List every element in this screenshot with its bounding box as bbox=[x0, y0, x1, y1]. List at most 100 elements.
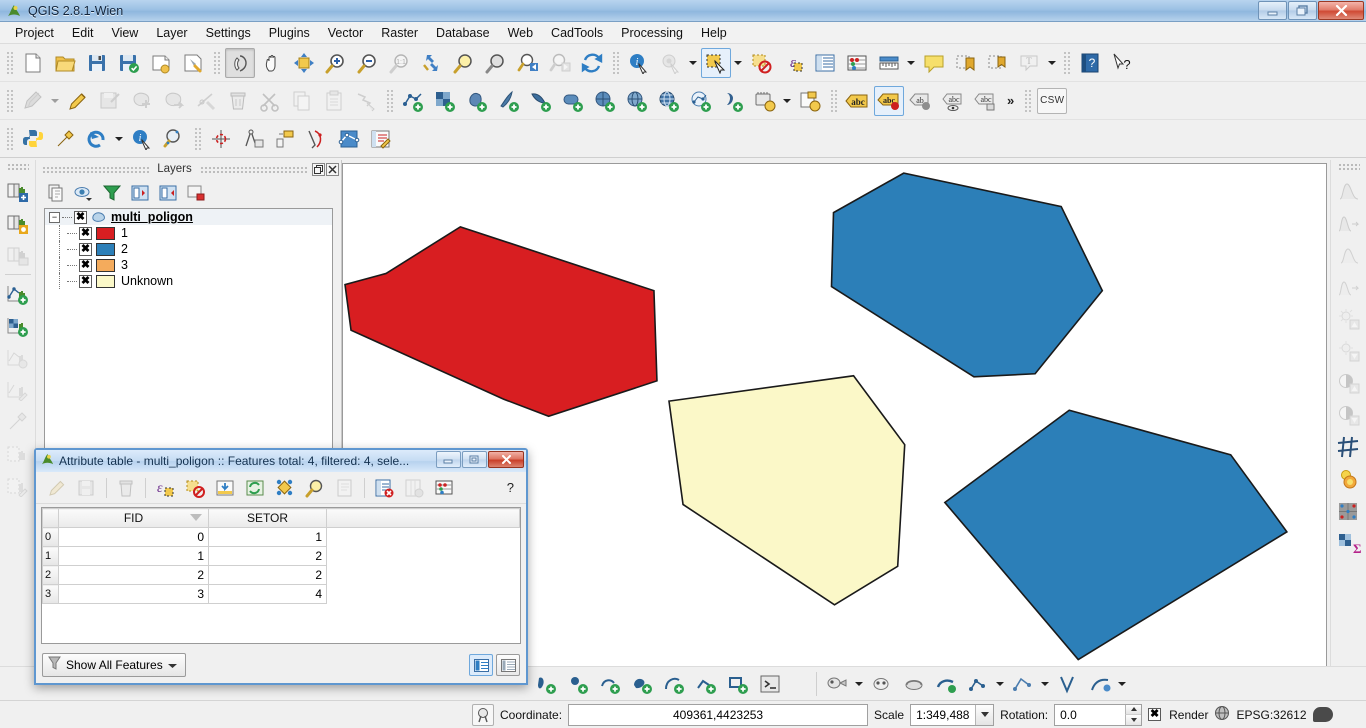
zoom-out-icon[interactable] bbox=[353, 48, 383, 78]
cad-edit-icon[interactable] bbox=[366, 124, 396, 154]
grid-snapping-icon[interactable] bbox=[1333, 431, 1365, 463]
zoom-last-icon[interactable] bbox=[513, 48, 543, 78]
touch-zoom-pan-icon[interactable] bbox=[225, 47, 255, 78]
render-checkbox-box[interactable]: ✖ bbox=[1148, 708, 1162, 721]
measure-line-icon[interactable] bbox=[874, 48, 904, 78]
expand-all-icon[interactable] bbox=[126, 180, 154, 206]
geometry-tools-icon[interactable] bbox=[1008, 669, 1038, 699]
menu-settings[interactable]: Settings bbox=[197, 23, 260, 43]
add-line-feature-icon[interactable] bbox=[595, 669, 625, 699]
save-layer-edits-icon[interactable] bbox=[95, 86, 125, 116]
zoom-native-icon[interactable]: 1:1 bbox=[385, 48, 415, 78]
cad-console-icon[interactable] bbox=[755, 669, 785, 699]
pan-map-icon[interactable] bbox=[257, 48, 287, 78]
table-row[interactable]: 1 1 2 bbox=[42, 546, 520, 566]
chevron-down-icon[interactable] bbox=[113, 124, 124, 154]
polygon-yellow-unknown[interactable] bbox=[668, 374, 906, 606]
panel-grip[interactable] bbox=[42, 165, 150, 173]
toolbar-grip[interactable] bbox=[829, 87, 838, 114]
increase-brightness-icon[interactable] bbox=[1333, 303, 1365, 335]
cell-setor[interactable]: 2 bbox=[208, 546, 327, 566]
messages-bubble-icon[interactable] bbox=[1312, 707, 1333, 722]
organize-columns-icon[interactable] bbox=[399, 475, 429, 501]
chevron-down-icon[interactable] bbox=[975, 704, 994, 725]
restore-button[interactable] bbox=[1288, 1, 1317, 20]
add-wms-layer-icon[interactable] bbox=[622, 86, 652, 116]
polygon-blue-setor-2-top[interactable] bbox=[830, 172, 1104, 378]
field-calculator-icon[interactable] bbox=[429, 475, 459, 501]
toolbar-grip[interactable] bbox=[6, 163, 29, 172]
add-oracle-layer-icon[interactable] bbox=[558, 86, 588, 116]
manage-layers-settings-icon[interactable] bbox=[2, 207, 34, 239]
deselect-features-icon[interactable] bbox=[746, 48, 776, 78]
new-memory-layer-icon[interactable] bbox=[795, 86, 825, 116]
print-layout-icon[interactable] bbox=[2, 438, 34, 470]
pan-to-selection-icon[interactable] bbox=[289, 48, 319, 78]
crs-globe-icon[interactable] bbox=[1214, 705, 1230, 724]
field-calculator-icon[interactable] bbox=[842, 48, 872, 78]
chevron-down-icon[interactable] bbox=[49, 86, 60, 116]
processing-toolbox-icon[interactable] bbox=[822, 669, 852, 699]
label-layer-icon[interactable]: abc bbox=[842, 86, 872, 116]
cad-polygon-icon[interactable] bbox=[334, 124, 364, 154]
chevron-down-icon[interactable] bbox=[905, 48, 916, 78]
gdal-tools-icon[interactable] bbox=[867, 669, 897, 699]
cad-point-icon[interactable] bbox=[206, 124, 236, 154]
cell-fid[interactable]: 1 bbox=[58, 546, 209, 566]
chevron-down-icon[interactable] bbox=[853, 669, 864, 699]
zoom-to-selected-icon[interactable] bbox=[300, 475, 330, 501]
network-tools-icon[interactable] bbox=[963, 669, 993, 699]
add-mssql-layer-icon[interactable] bbox=[526, 86, 556, 116]
toolbar-grip[interactable] bbox=[212, 49, 221, 76]
new-shapefile-layer-icon[interactable] bbox=[750, 86, 780, 116]
cad-compass-icon[interactable] bbox=[238, 124, 268, 154]
save-edits-icon[interactable] bbox=[72, 475, 102, 501]
legend-item-class-1[interactable]: ✖ 1 bbox=[45, 225, 332, 241]
add-db2-layer-icon[interactable] bbox=[590, 86, 620, 116]
toolbar-grip[interactable] bbox=[1023, 87, 1033, 114]
cell-fid[interactable]: 2 bbox=[58, 565, 209, 585]
deselect-all-icon[interactable] bbox=[180, 475, 210, 501]
add-vector-layer-icon[interactable] bbox=[398, 86, 428, 116]
float-panel-button[interactable] bbox=[312, 162, 325, 176]
menu-processing[interactable]: Processing bbox=[612, 23, 692, 43]
raster-calculator-icon[interactable] bbox=[1333, 495, 1365, 527]
histogram-cumulative-extent-icon[interactable] bbox=[1333, 271, 1365, 303]
new-column-icon[interactable] bbox=[330, 475, 360, 501]
toolbar-grip[interactable] bbox=[5, 49, 14, 76]
class-visibility-checkbox[interactable]: ✖ bbox=[79, 242, 92, 256]
add-wfs-layer-icon[interactable] bbox=[654, 86, 684, 116]
table-row[interactable]: 0 0 1 bbox=[42, 527, 520, 547]
add-delimited-text-icon[interactable] bbox=[686, 86, 716, 116]
polygon-blue-setor-2-bottom[interactable] bbox=[943, 409, 1289, 661]
spin-up-button[interactable] bbox=[1125, 704, 1142, 715]
toolbar-grip[interactable] bbox=[385, 87, 394, 114]
add-point-feature-icon[interactable] bbox=[563, 669, 593, 699]
identify-features-icon[interactable]: i bbox=[624, 48, 654, 78]
cad-intersect-icon[interactable] bbox=[302, 124, 332, 154]
menu-plugins[interactable]: Plugins bbox=[260, 23, 319, 43]
add-feature-icon[interactable] bbox=[127, 86, 157, 116]
print-layout-edit-icon[interactable] bbox=[2, 470, 34, 502]
manage-layers-add-icon[interactable] bbox=[2, 175, 34, 207]
geometry-edit-icon[interactable] bbox=[2, 374, 34, 406]
node-tool-icon[interactable] bbox=[191, 86, 221, 116]
rotation-spinbox[interactable]: 0.0 bbox=[1054, 703, 1143, 726]
chevron-down-icon[interactable] bbox=[167, 658, 177, 672]
invert-selection-icon[interactable] bbox=[240, 475, 270, 501]
close-button[interactable] bbox=[488, 451, 524, 468]
add-rectangle-feature-icon[interactable] bbox=[723, 669, 753, 699]
toolbar-overflow-button[interactable]: » bbox=[1001, 93, 1020, 108]
open-project-icon[interactable] bbox=[50, 48, 80, 78]
georeferencer-icon[interactable] bbox=[2, 406, 34, 438]
pin-labels-icon[interactable]: abc bbox=[874, 85, 904, 116]
select-by-expression-icon[interactable]: ε bbox=[150, 475, 180, 501]
layer-item-multi-poligon[interactable]: − ✖ multi_poligon bbox=[45, 209, 332, 225]
chevron-down-icon[interactable] bbox=[994, 669, 1005, 699]
minimize-button[interactable] bbox=[1258, 1, 1287, 20]
cell-setor[interactable]: 2 bbox=[208, 565, 327, 585]
column-header-fid[interactable]: FID bbox=[58, 508, 209, 528]
menu-raster[interactable]: Raster bbox=[372, 23, 427, 43]
pan-to-selected-icon[interactable] bbox=[270, 475, 300, 501]
cad-offset-icon[interactable] bbox=[270, 124, 300, 154]
